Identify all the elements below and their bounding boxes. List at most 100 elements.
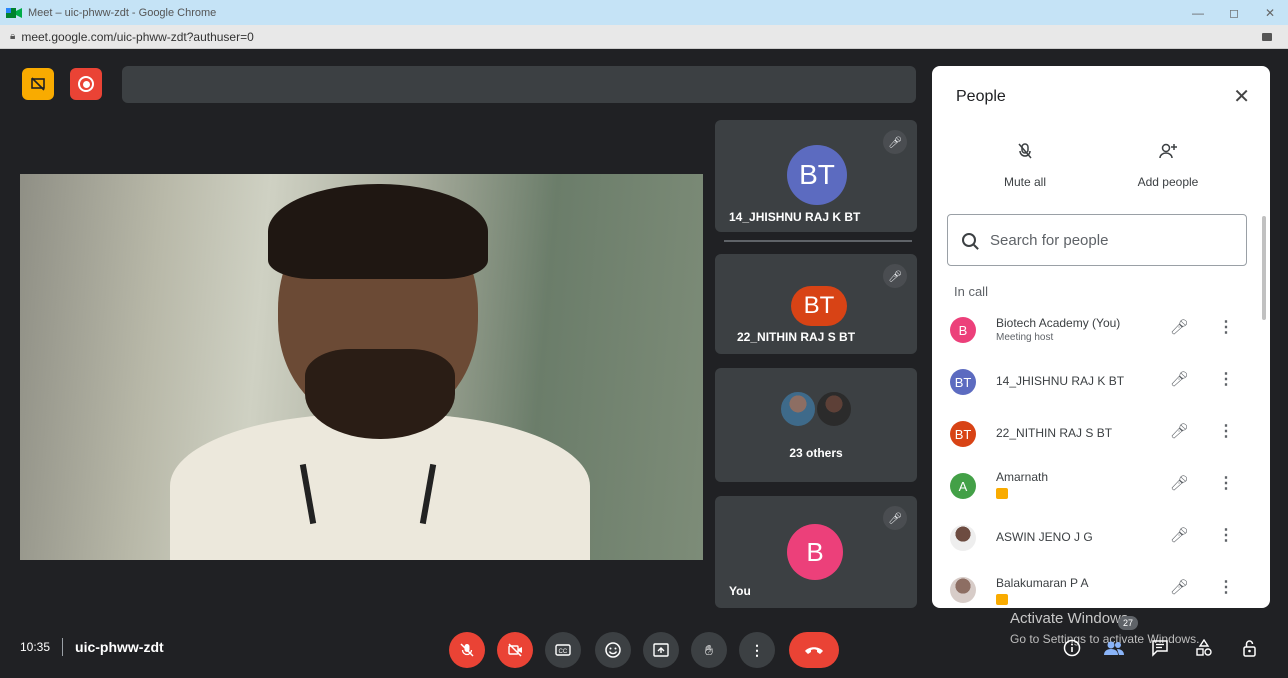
avatar (779, 390, 817, 428)
present-off-icon (31, 77, 45, 91)
window-title: Meet – uic-phww-zdt - Google Chrome (28, 6, 217, 19)
mic-toggle-button[interactable] (449, 632, 485, 668)
more-options-icon[interactable]: ⋮ (1218, 317, 1234, 337)
url-text[interactable]: meet.google.com/uic-phww-zdt?authuser=0 (21, 30, 253, 44)
main-video-feed (20, 174, 703, 560)
more-options-icon[interactable]: ⋮ (1218, 525, 1234, 545)
captions-button[interactable]: CC (545, 632, 581, 668)
record-icon (78, 76, 94, 92)
mic-off-icon[interactable]: 🎤︎ (1170, 474, 1189, 492)
mute-all-label: Mute all (1003, 175, 1047, 189)
participant-name: 22_NITHIN RAJ S BT (737, 330, 856, 344)
more-options-icon[interactable]: ⋮ (1218, 421, 1234, 441)
screen-share-indicator-button[interactable] (22, 68, 54, 100)
add-people-button[interactable]: Add people (1128, 142, 1208, 189)
mic-off-icon[interactable]: 🎤︎ (1170, 422, 1189, 440)
lock-icon: 🔒︎ (10, 31, 16, 42)
search-input[interactable]: Search for people (947, 214, 1247, 266)
leave-call-button[interactable] (789, 632, 839, 668)
participant-name: ASWIN JENO J G (996, 530, 1093, 544)
meet-app-icon (6, 7, 22, 19)
top-info-bar (122, 66, 916, 103)
participant-name: Biotech Academy (You) (996, 316, 1121, 330)
meet-area: 🎤︎ BT 14_JHISHNU RAJ K BT 🎤︎ BT 22_NITHI… (0, 50, 1288, 678)
search-placeholder: Search for people (990, 231, 1109, 249)
svg-text:CC: CC (559, 649, 568, 655)
chat-icon (1152, 640, 1168, 657)
hand-icon: ✋︎ (705, 641, 713, 658)
more-options-button[interactable]: ⋮ (739, 632, 775, 668)
avatar: BT (950, 369, 976, 395)
close-window-button[interactable]: ✕ (1252, 0, 1288, 25)
participant-tile[interactable]: 🎤︎ BT 22_NITHIN RAJ S BT (715, 254, 917, 354)
chat-button[interactable] (1148, 636, 1172, 660)
meeting-code[interactable]: uic-phww-zdt (75, 639, 164, 655)
participant-count-badge: 27 (1118, 616, 1138, 630)
self-tile[interactable]: 🎤︎ B You (715, 496, 917, 608)
participant-tile[interactable]: 🎤︎ BT 14_JHISHNU RAJ K BT (715, 120, 917, 232)
list-item[interactable]: BT 14_JHISHNU RAJ K BT 🎤︎ ⋮ (948, 356, 1248, 406)
in-call-label: In call (954, 284, 988, 299)
people-panel: People ✕ Mute all Add people Search for … (932, 66, 1270, 608)
browser-titlebar: Meet – uic-phww-zdt - Google Chrome — ◻ … (0, 0, 1288, 25)
present-button[interactable] (643, 632, 679, 668)
panel-title: People (956, 88, 1006, 105)
camera-toggle-button[interactable] (497, 632, 533, 668)
host-controls-button[interactable] (1238, 636, 1262, 660)
scrollbar[interactable] (1262, 216, 1266, 320)
participant-name: Balakumaran P A (996, 576, 1089, 590)
camera-indicator-icon[interactable] (1262, 33, 1272, 41)
restore-button[interactable]: ◻ (1216, 0, 1252, 25)
others-count: 23 others (789, 446, 843, 460)
address-bar[interactable]: 🔒︎ meet.google.com/uic-phww-zdt?authuser… (0, 25, 1288, 49)
list-item[interactable]: ASWIN JENO J G 🎤︎ ⋮ (948, 512, 1248, 562)
clock-time: 10:35 (20, 640, 51, 654)
more-options-icon[interactable]: ⋮ (1218, 369, 1234, 389)
mic-off-icon[interactable]: 🎤︎ (1170, 318, 1189, 336)
list-item[interactable]: B Biotech Academy (You) Meeting host 🎤︎ … (948, 304, 1248, 354)
avatar (815, 390, 853, 428)
emoji-icon (605, 642, 621, 658)
info-icon (1063, 639, 1081, 657)
participant-role: Meeting host (996, 332, 1054, 343)
list-item[interactable]: BT 22_NITHIN RAJ S BT 🎤︎ ⋮ (948, 408, 1248, 458)
recording-button[interactable] (70, 68, 102, 100)
meeting-details-button[interactable] (1060, 636, 1084, 660)
avatar: B (787, 524, 843, 580)
participant-name: 14_JHISHNU RAJ K BT (996, 374, 1125, 388)
avatar (950, 525, 976, 551)
add-person-icon (1128, 142, 1208, 165)
presenting-icon (996, 488, 1008, 499)
list-item[interactable]: Balakumaran P A 🎤︎ ⋮ (948, 564, 1248, 608)
camera-off-icon (508, 643, 522, 657)
participant-name: 14_JHISHNU RAJ K BT (729, 210, 861, 224)
more-options-icon[interactable]: ⋮ (1218, 473, 1234, 493)
activities-icon (1196, 639, 1212, 656)
participant-name: You (729, 584, 751, 598)
mic-off-icon: 🎤︎ (883, 264, 907, 288)
avatar: BT (787, 145, 847, 205)
activities-button[interactable] (1192, 636, 1216, 660)
more-options-icon[interactable]: ⋮ (1218, 577, 1234, 597)
mute-all-button[interactable]: Mute all (990, 142, 1060, 189)
minimize-button[interactable]: — (1180, 0, 1216, 25)
phone-end-icon (805, 647, 823, 654)
close-panel-button[interactable]: ✕ (1233, 84, 1250, 109)
mic-off-icon[interactable]: 🎤︎ (1170, 578, 1189, 596)
present-icon (653, 643, 669, 657)
mic-off-icon[interactable]: 🎤︎ (1170, 370, 1189, 388)
avatar (950, 577, 976, 603)
participant-name: 22_NITHIN RAJ S BT (996, 426, 1113, 440)
mic-off-icon (990, 142, 1060, 165)
others-tile[interactable]: 23 others (715, 368, 917, 482)
avatar: BT (950, 421, 976, 447)
list-item[interactable]: A Amarnath 🎤︎ ⋮ (948, 460, 1248, 510)
people-button[interactable] (1102, 636, 1126, 660)
mic-off-icon: 🎤︎ (883, 130, 907, 154)
add-people-label: Add people (1137, 175, 1199, 189)
mic-off-icon: 🎤︎ (883, 506, 907, 530)
emoji-button[interactable] (595, 632, 631, 668)
mic-off-icon[interactable]: 🎤︎ (1170, 526, 1189, 544)
raise-hand-button[interactable]: ✋︎ (691, 632, 727, 668)
presenting-icon (996, 594, 1008, 605)
